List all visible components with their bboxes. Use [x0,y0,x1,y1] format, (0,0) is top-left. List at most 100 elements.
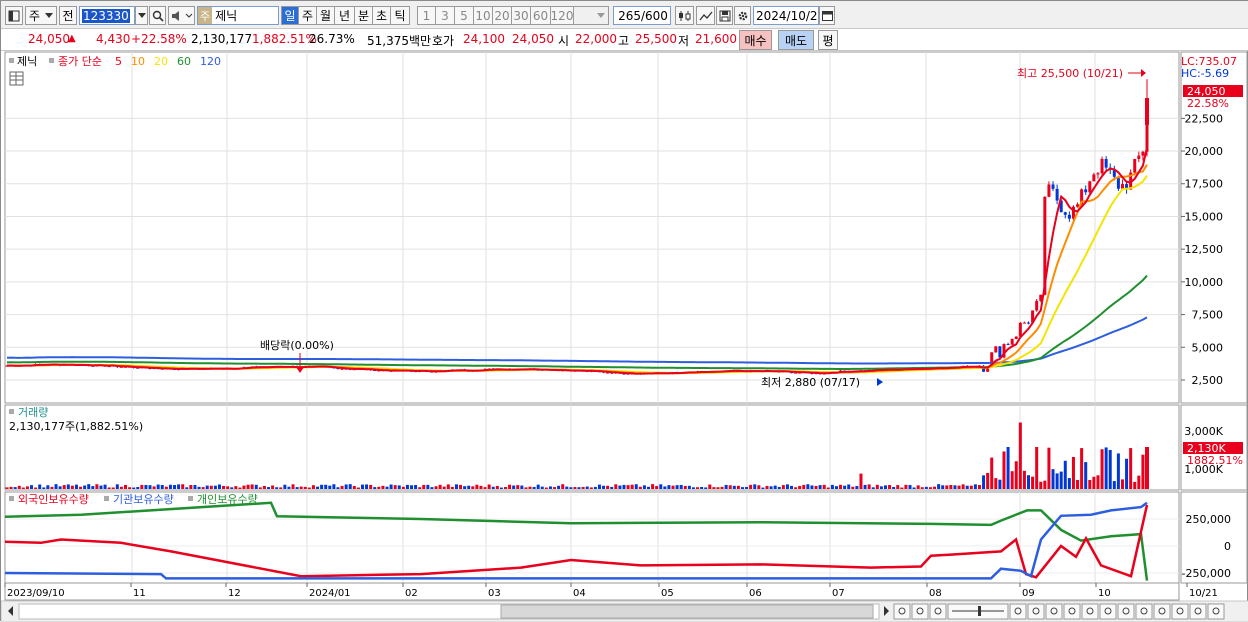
volume-bar [156,484,160,489]
volume-bar [279,487,283,489]
volume-bar [1027,475,1031,489]
volume-bar [173,485,177,489]
volume-bar [675,485,679,489]
high-annotation: 최고 25,500 (10/21) [1017,67,1123,80]
volume-title: 거래량 [18,406,48,419]
volume-bar [103,484,107,489]
holdings-axis-label: 250,000 [1186,513,1232,526]
volume-bar [1031,476,1035,489]
volume-bar [769,486,773,489]
volume-bar [148,485,152,489]
volume-bar [410,485,414,489]
volume-bar [839,484,843,489]
volume-bar [377,486,381,489]
price-axis-label: 17,500 [1185,178,1224,191]
ruler-icon[interactable] [1081,603,1099,620]
volume-bar [5,487,9,489]
volume-bar [467,485,471,489]
fib-icon[interactable] [1045,603,1063,620]
volume-bar [753,484,757,489]
x-axis-label: 10 [1098,588,1111,599]
x-axis-label: 2023/09/10 [7,588,65,599]
volume-bar [585,486,589,489]
volume-bar [573,487,577,489]
volume-bar [1092,476,1096,489]
volume-bar [230,487,234,489]
holdings-axis-label: -250,000 [1182,567,1231,580]
volume-bar [446,484,450,489]
volume-bar [299,486,303,489]
volume-bar [969,485,973,489]
volume-bar [683,485,687,489]
volume-bar [111,487,115,489]
volume-bar [704,487,708,489]
price-axis-label: 12,500 [1185,243,1224,256]
settings-icon[interactable] [1135,603,1153,620]
volume-bar [222,485,226,489]
volume-bar [553,487,557,489]
volume-bar [344,484,348,489]
trend-icon[interactable] [1063,603,1081,620]
volume-bar [336,487,340,489]
x-axis-label: 2024/01 [309,588,351,599]
fast-forward-icon[interactable] [929,603,947,620]
candle-body [1076,204,1080,207]
volume-bar [790,485,794,489]
stock-chart[interactable]: 22,500 20,000 17,500 15,000 12,500 10,000 7,50… [1,1,1248,622]
volume-bar [982,475,986,489]
stop-icon[interactable] [911,603,929,620]
volume-bar [973,484,977,489]
volume-bar [606,485,610,489]
volume-pct-tag: 1882.51% [1187,454,1243,467]
volume-bar [593,486,597,489]
minus-icon[interactable] [1171,603,1189,620]
volume-bar [87,484,91,489]
volume-bar [516,485,520,489]
search-icon[interactable] [1153,603,1171,620]
volume-bar [442,486,446,489]
volume-bar [193,485,197,489]
x-axis-label: 06 [749,588,762,599]
cross-icon[interactable] [1009,603,1027,620]
volume-bar [217,484,221,489]
x-axis-label: 09 [1022,588,1035,599]
volume-bar [679,484,683,489]
rewind-icon[interactable] [893,603,911,620]
volume-subtitle: 2,130,177주(1,882.51%) [9,420,143,433]
plus-icon[interactable] [1189,603,1207,620]
volume-bar [91,486,95,489]
volume-bar [647,486,651,489]
font-icon[interactable] [1207,603,1225,620]
volume-bar [1010,471,1014,489]
candle-body [1088,181,1092,193]
line-tool-icon[interactable] [1027,603,1045,620]
volume-bar [332,484,336,489]
holdings-axis-label: 0 [1224,540,1231,553]
volume-bar [1059,471,1063,489]
volume-bar [777,486,781,489]
ma-legend-120: 120 [200,55,221,68]
copy-icon[interactable] [1117,603,1135,620]
volume-bar [369,484,373,489]
volume-bar [168,484,172,489]
volume-bar [949,484,953,489]
volume-bar [798,485,802,489]
volume-bar [226,486,230,489]
pencil-icon[interactable] [1099,603,1117,620]
volume-bar [548,486,552,489]
candle-body [1104,159,1108,168]
volume-bar [557,485,561,489]
volume-bar [814,485,818,489]
volume-bar [307,487,311,489]
x-axis-label: 02 [405,588,418,599]
volume-bar [1108,449,1112,489]
volume-bar [508,484,512,489]
volume-bar [802,484,806,489]
volume-bar [160,484,164,489]
price-axis-label: 7,500 [1192,309,1224,322]
volume-bar [46,485,50,489]
volume-bar [998,479,1002,489]
volume-bar [13,487,17,489]
volume-bar [863,484,867,489]
candle-body [1047,184,1051,197]
